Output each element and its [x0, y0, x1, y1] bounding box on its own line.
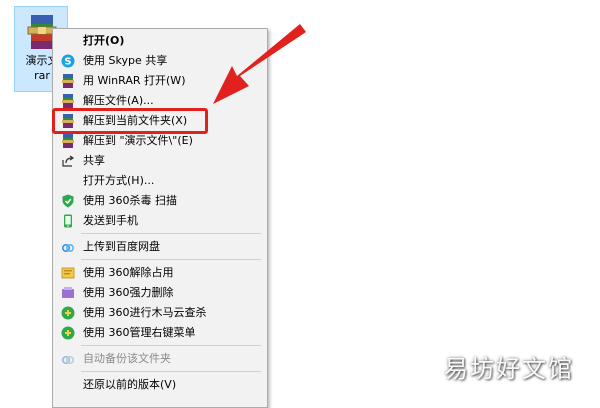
menu-item-label: 使用 360管理右键菜单: [83, 326, 196, 339]
menu-item-label: 打开(O): [83, 34, 125, 47]
menu-item-360-trojan-scan[interactable]: 使用 360进行木马云查杀: [53, 303, 267, 323]
winrar-icon: [62, 94, 74, 108]
desktop: 演示文 rar 打开(O) S 使用 Skype 共享 用 WinRAR 打开(…: [0, 0, 600, 408]
menu-item-label: 还原以前的版本(V): [83, 378, 177, 391]
baidu-netdisk-icon: [61, 244, 75, 253]
menu-item-send-to-phone[interactable]: 发送到手机: [53, 211, 267, 231]
menu-item-share[interactable]: 共享: [53, 151, 267, 171]
menu-item-360-manage-menu[interactable]: 使用 360管理右键菜单: [53, 323, 267, 343]
menu-item-skype-share[interactable]: S 使用 Skype 共享: [53, 51, 267, 71]
menu-item-restore-previous[interactable]: 还原以前的版本(V): [53, 375, 267, 395]
360-cloud-scan-icon: [61, 306, 75, 320]
phone-icon: [64, 214, 72, 228]
menu-separator: [81, 345, 261, 346]
winrar-icon: [62, 74, 74, 88]
menu-item-label: 解压到 "演示文件\"(E): [83, 134, 193, 147]
watermark: 易坊好文馆: [444, 355, 574, 383]
skype-icon: S: [61, 54, 75, 68]
baidu-netdisk-icon: [61, 356, 75, 365]
highlight-box: [52, 108, 208, 134]
menu-item-label: 发送到手机: [83, 214, 138, 227]
360-menu-manager-icon: [61, 326, 75, 340]
menu-item-label: 共享: [83, 154, 105, 167]
menu-item-label: 使用 360进行木马云查杀: [83, 306, 207, 319]
menu-item-extract-to-folder[interactable]: 解压到 "演示文件\"(E): [53, 131, 267, 151]
menu-item-label: 自动备份该文件夹: [83, 352, 171, 365]
menu-item-360-force-delete[interactable]: 使用 360强力删除: [53, 283, 267, 303]
menu-item-label: 打开方式(H)...: [83, 174, 155, 187]
menu-item-open-with-winrar[interactable]: 用 WinRAR 打开(W): [53, 71, 267, 91]
menu-item-label: 使用 360解除占用: [83, 266, 174, 279]
menu-item-label: 上传到百度网盘: [83, 240, 160, 253]
menu-separator: [81, 233, 261, 234]
menu-item-label: 使用 360强力删除: [83, 286, 174, 299]
360-antivirus-icon: [62, 194, 74, 208]
winrar-icon: [62, 134, 74, 148]
menu-item-label: 使用 360杀毒 扫描: [83, 194, 177, 207]
context-menu: 打开(O) S 使用 Skype 共享 用 WinRAR 打开(W) 解压文件(…: [52, 28, 268, 408]
svg-text:S: S: [64, 57, 71, 68]
menu-item-open-with[interactable]: 打开方式(H)...: [53, 171, 267, 191]
menu-item-label: 用 WinRAR 打开(W): [83, 74, 186, 87]
menu-item-label: 使用 Skype 共享: [83, 54, 168, 67]
menu-item-auto-backup: 自动备份该文件夹: [53, 349, 267, 369]
menu-item-360-unlock[interactable]: 使用 360解除占用: [53, 263, 267, 283]
menu-item-upload-baidu[interactable]: 上传到百度网盘: [53, 237, 267, 257]
360-unlock-icon: [61, 267, 75, 279]
menu-item-open[interactable]: 打开(O): [53, 31, 267, 51]
360-shred-icon: [62, 287, 74, 298]
menu-separator: [81, 371, 261, 372]
menu-item-360-scan[interactable]: 使用 360杀毒 扫描: [53, 191, 267, 211]
share-icon: [62, 155, 75, 167]
menu-separator: [81, 259, 261, 260]
